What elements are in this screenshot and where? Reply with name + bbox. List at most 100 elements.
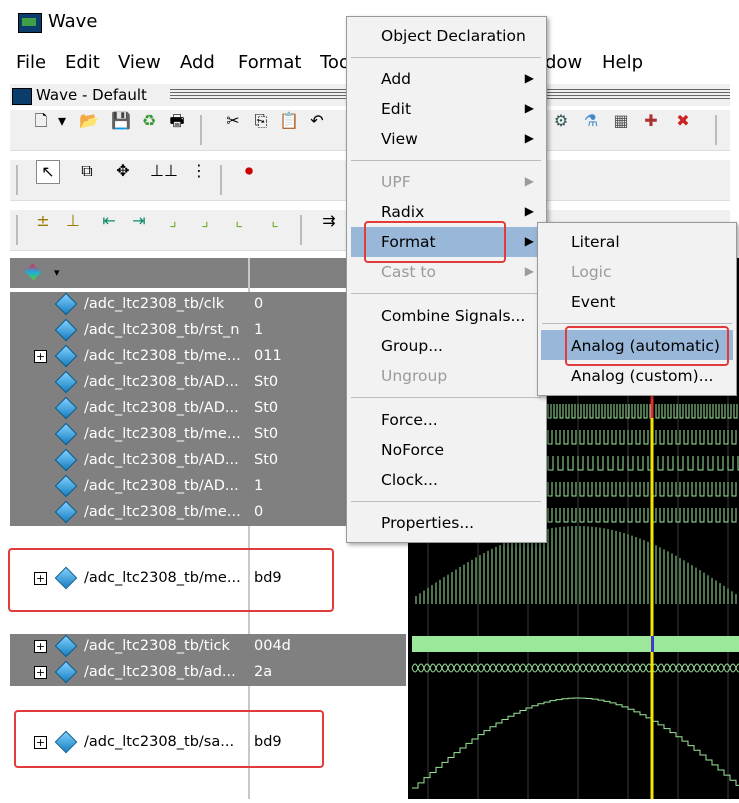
signal-name: /adc_ltc2308_tb/me... [84, 348, 241, 364]
signal-icon [54, 344, 78, 368]
expand-icon[interactable]: + [34, 666, 47, 679]
signal-value: 0 [254, 296, 264, 312]
format-event[interactable]: Event [571, 293, 615, 311]
annotation-box-format [364, 221, 506, 263]
wave-tool-2-icon[interactable]: ⚗ [580, 110, 602, 132]
menu-object-declaration[interactable]: Object Declaration [381, 27, 526, 45]
menu-add[interactable]: Add [180, 52, 215, 73]
menu-properties[interactable]: Properties... [381, 514, 474, 532]
signal-icon [54, 292, 78, 316]
signal-name: /adc_ltc2308_tb/AD... [84, 478, 239, 494]
signal-row-ad[interactable]: + /adc_ltc2308_tb/ad... 2a [10, 660, 406, 686]
signal-value: 011 [254, 348, 282, 364]
wave-subwindow-icon [12, 88, 32, 105]
cut-icon[interactable]: ✂ [222, 110, 244, 132]
signal-value: St0 [254, 400, 279, 416]
prev-edge-icon[interactable]: ⇤ [98, 210, 120, 232]
expand-icon[interactable]: + [34, 640, 47, 653]
pan-mode-icon[interactable]: ✥ [112, 160, 134, 182]
menu-combine-signals[interactable]: Combine Signals... [381, 307, 525, 325]
window-title: Wave [48, 11, 98, 32]
signal-name: /adc_ltc2308_tb/me... [84, 504, 241, 520]
signal-value: St0 [254, 452, 279, 468]
menu-help[interactable]: Help [602, 52, 643, 73]
signal-value: 0 [254, 504, 264, 520]
menu-noforce[interactable]: NoForce [381, 441, 444, 459]
wave-app-icon [18, 13, 42, 33]
edit-mode-icon[interactable]: ⊥⊥ [150, 160, 178, 182]
tick-bus-wave [412, 636, 739, 652]
signal-icon [54, 396, 78, 420]
signal-name: /adc_ltc2308_tb/tick [84, 638, 230, 654]
signal-value: 1 [254, 478, 264, 494]
menu-view[interactable]: View [381, 130, 418, 148]
expand-icon[interactable]: + [34, 350, 47, 363]
annotation-box-analog-2 [14, 710, 324, 768]
signal-icon [54, 448, 78, 472]
menu-edit[interactable]: Edit [65, 52, 100, 73]
copy-icon[interactable]: ⎘ [250, 110, 272, 132]
format-literal[interactable]: Literal [571, 233, 620, 251]
insert-cursor-icon[interactable]: ± [32, 210, 54, 232]
delete-cursor-icon[interactable]: ⊥ [62, 210, 84, 232]
print-icon[interactable]: 🖶 [166, 110, 188, 132]
annotation-box-analog-automatic [565, 326, 729, 366]
signal-icon [54, 634, 78, 658]
zoom-in-full-icon[interactable]: ⇉ [318, 210, 340, 232]
signal-name: /adc_ltc2308_tb/AD... [84, 452, 239, 468]
signal-icon [54, 474, 78, 498]
menu-window[interactable]: dow [545, 52, 582, 73]
wave-tool-4-icon[interactable]: ✚ [640, 110, 662, 132]
open-folder-icon[interactable]: 📂 [78, 110, 100, 132]
menu-format[interactable]: Format [238, 52, 301, 73]
signal-icon [54, 370, 78, 394]
signal-value: 1 [254, 322, 264, 338]
menu-edit[interactable]: Edit [381, 100, 411, 118]
signal-icon [54, 318, 78, 342]
signal-name: /adc_ltc2308_tb/ad... [84, 664, 236, 680]
signal-icon [54, 660, 78, 684]
signal-value: St0 [254, 374, 279, 390]
find-edge-2-icon[interactable]: ⌟ [194, 210, 216, 232]
find-edge-4-icon[interactable]: ⌞ [264, 210, 286, 232]
signal-value: St0 [254, 426, 279, 442]
find-edge-3-icon[interactable]: ⌞ [228, 210, 250, 232]
menu-file[interactable]: File [16, 52, 46, 73]
find-edge-1-icon[interactable]: ⌟ [162, 210, 184, 232]
wave-object-icon[interactable] [24, 263, 42, 281]
signal-name: /adc_ltc2308_tb/rst_n [84, 322, 240, 338]
cursor-mode-icon[interactable]: ⋮ [188, 160, 210, 182]
signal-value: 004d [254, 638, 291, 654]
paste-icon[interactable]: 📋 [278, 110, 300, 132]
signal-name: /adc_ltc2308_tb/AD... [84, 400, 239, 416]
save-icon[interactable]: 💾 [110, 110, 132, 132]
next-edge-icon[interactable]: ⇥ [128, 210, 150, 232]
format-analog-custom[interactable]: Analog (custom)... [571, 367, 713, 385]
menu-ungroup: Ungroup [381, 367, 448, 385]
undo-icon[interactable]: ↶ [306, 110, 328, 132]
signal-row-tick[interactable]: + /adc_ltc2308_tb/tick 004d [10, 634, 406, 660]
menu-upf: UPF [381, 173, 411, 191]
traffic-light-icon[interactable]: ⏺ [238, 160, 260, 182]
menu-force[interactable]: Force... [381, 411, 438, 429]
new-file-icon[interactable]: 🗋 [30, 110, 52, 132]
signal-name: /adc_ltc2308_tb/AD... [84, 374, 239, 390]
signal-name: /adc_ltc2308_tb/me... [84, 426, 241, 442]
menu-group[interactable]: Group... [381, 337, 443, 355]
wave-subwindow-title: Wave - Default [36, 86, 147, 104]
wave-tool-1-icon[interactable]: ⚙ [550, 110, 572, 132]
menu-view[interactable]: View [118, 52, 161, 73]
wave-tool-3-icon[interactable]: ▦ [610, 110, 632, 132]
select-mode-icon[interactable]: ↖ [36, 160, 60, 184]
new-dropdown-icon[interactable]: ▾ [56, 110, 68, 132]
menu-add[interactable]: Add [381, 70, 411, 88]
delete-icon[interactable]: ✖ [672, 110, 694, 132]
reload-icon[interactable]: ♻ [138, 110, 160, 132]
menu-radix[interactable]: Radix [381, 203, 424, 221]
zoom-mode-icon[interactable]: ⧉ [76, 160, 98, 182]
wave-object-dropdown-icon[interactable]: ▾ [54, 266, 60, 279]
signal-value: 2a [254, 664, 273, 680]
signal-name: /adc_ltc2308_tb/clk [84, 296, 225, 312]
menu-clock[interactable]: Clock... [381, 471, 438, 489]
annotation-box-analog-1 [8, 548, 334, 612]
